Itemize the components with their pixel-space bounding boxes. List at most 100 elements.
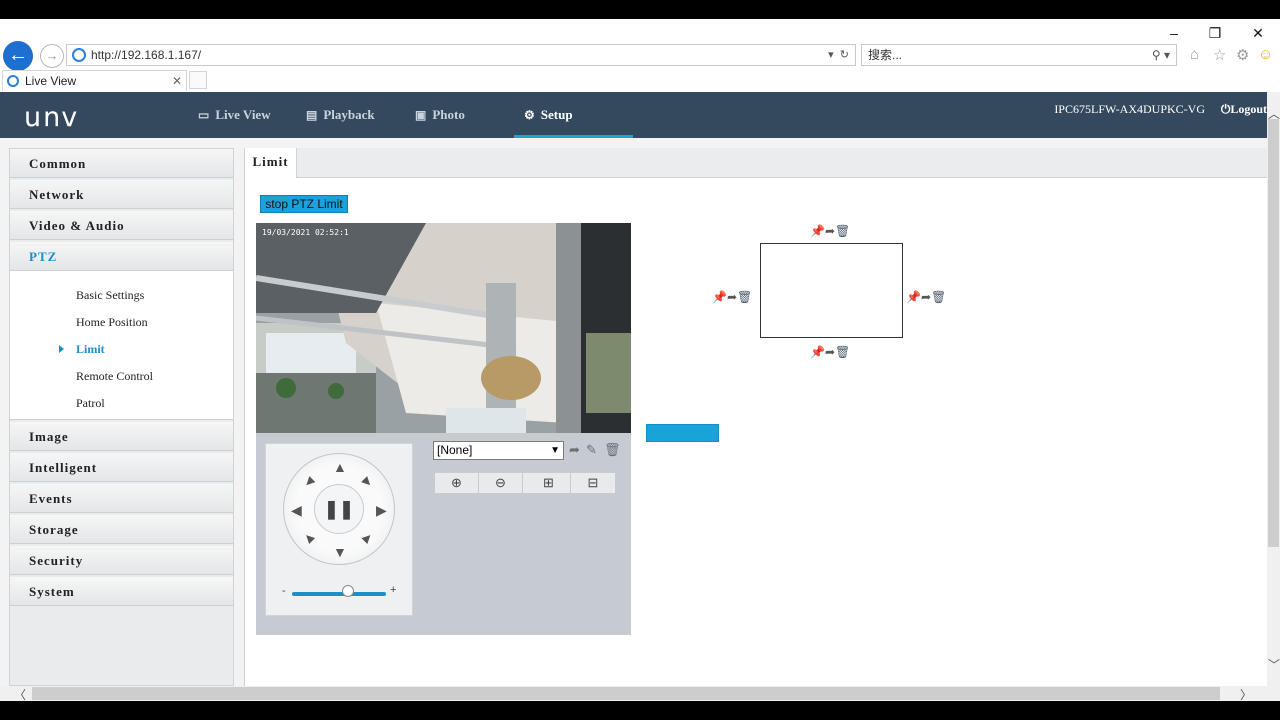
smiley-feedback-icon[interactable]: ☺ — [1258, 46, 1273, 63]
address-url: http://192.168.1.167/ — [91, 48, 202, 62]
speed-slider-knob[interactable] — [342, 585, 354, 597]
sidebar-item-events[interactable]: Events — [10, 484, 233, 513]
edit-pencil-icon[interactable]: ✎ — [586, 442, 597, 458]
sidebar-item-security[interactable]: Security — [10, 546, 233, 575]
settings-gear-icon[interactable]: ⚙ — [1236, 46, 1249, 64]
focus-far-button[interactable]: ⊟ — [571, 473, 615, 493]
delete-top-limit-icon[interactable]: 🗑 — [835, 224, 850, 238]
submenu-remote-control[interactable]: Remote Control — [76, 369, 153, 384]
scroll-right-icon[interactable]: 〉 — [1240, 686, 1252, 703]
video-timestamp: 19/03/2021 02:52:1 — [262, 228, 349, 237]
favorites-star-icon[interactable]: ☆ — [1213, 46, 1226, 64]
vertical-scrollbar-thumb[interactable] — [1268, 119, 1279, 547]
nav-setup-label: Setup — [540, 107, 573, 122]
save-button[interactable] — [646, 424, 719, 442]
home-icon[interactable]: ⌂ — [1190, 46, 1199, 63]
search-icon[interactable]: ⚲ ▾ — [1152, 45, 1170, 65]
set-left-limit-pin-icon[interactable]: 📌 — [712, 290, 727, 304]
preset-select[interactable]: [None] ▼ — [433, 441, 564, 460]
logout-label: Logout — [1230, 102, 1267, 116]
nav-playback-label: Playback — [323, 107, 375, 122]
restore-button[interactable]: ❐ — [1195, 19, 1235, 47]
power-icon: ⏻ — [1220, 102, 1231, 116]
focus-near-icon: ⊞ — [543, 475, 554, 490]
set-right-limit-pin-icon[interactable]: 📌 — [906, 290, 921, 304]
delete-right-limit-icon[interactable]: 🗑 — [931, 290, 946, 304]
sidebar-item-storage[interactable]: Storage — [10, 515, 233, 544]
up-left-arrow-icon[interactable]: ◀ — [301, 474, 317, 490]
address-tools[interactable]: ▾ ↻ — [828, 45, 849, 65]
focus-near-button[interactable]: ⊞ — [527, 473, 571, 493]
right-arrow-icon[interactable]: ▶ — [376, 503, 387, 517]
scroll-up-icon[interactable]: ︿ — [1268, 105, 1280, 122]
speed-slider[interactable] — [292, 592, 386, 596]
sidebar-item-network[interactable]: Network — [10, 180, 233, 209]
back-button[interactable]: ← — [3, 41, 33, 71]
ptz-submenu: Basic Settings Home Position Limit Remot… — [10, 271, 233, 420]
down-arrow-icon[interactable]: ▼ — [333, 545, 347, 559]
sidebar-item-ptz[interactable]: PTZ — [10, 242, 233, 271]
browser-chrome: – ❐ ✕ ← → http://192.168.1.167/ ▾ ↻ 搜索..… — [0, 19, 1280, 92]
monitor-icon: ▭ — [198, 108, 210, 122]
horizontal-scrollbar-thumb[interactable] — [32, 687, 1220, 700]
scroll-left-icon[interactable]: 〈 — [14, 686, 26, 703]
ptz-control-panel: ▲ ▼ ◀ ▶ ◀ ▶ ◀ ▶ ❚❚ - + [None] ▼ ➦ ✎ 🗑 ⊕ … — [256, 433, 631, 635]
pause-button[interactable]: ❚❚ — [314, 484, 364, 534]
set-bottom-limit-pin-icon[interactable]: 📌 — [810, 345, 825, 359]
set-top-limit-pin-icon[interactable]: 📌 — [810, 224, 825, 238]
dropdown-icon[interactable]: ▾ — [828, 49, 834, 61]
goto-top-limit-icon[interactable]: ➦ — [825, 224, 835, 238]
sidebar-item-video-audio[interactable]: Video & Audio — [10, 211, 233, 240]
goto-right-limit-icon[interactable]: ➦ — [921, 290, 931, 304]
sidebar-item-common[interactable]: Common — [10, 149, 233, 178]
nav-live-view-label: Live View — [215, 107, 271, 122]
address-bar[interactable]: http://192.168.1.167/ ▾ ↻ — [66, 44, 856, 66]
new-tab-button[interactable] — [189, 71, 207, 89]
minimize-button[interactable]: – — [1154, 19, 1194, 47]
up-arrow-icon[interactable]: ▲ — [333, 460, 347, 474]
goto-bottom-limit-icon[interactable]: ➦ — [825, 345, 835, 359]
submenu-patrol[interactable]: Patrol — [76, 396, 105, 411]
top-limit-controls: 📌➦🗑 — [810, 225, 850, 237]
submenu-basic-settings[interactable]: Basic Settings — [76, 288, 144, 303]
delete-left-limit-icon[interactable]: 🗑 — [737, 290, 752, 304]
close-window-button[interactable]: ✕ — [1238, 19, 1278, 47]
logout-link[interactable]: ⏻Logout — [1221, 92, 1267, 127]
browser-tab[interactable]: Live View ✕ — [2, 70, 187, 91]
nav-setup[interactable]: ⚙ Setup — [514, 92, 632, 138]
down-right-arrow-icon[interactable]: ▶ — [359, 530, 375, 546]
sidebar-item-image[interactable]: Image — [10, 422, 233, 451]
submenu-home-position[interactable]: Home Position — [76, 315, 148, 330]
stop-ptz-limit-button[interactable]: stop PTZ Limit — [260, 195, 348, 213]
sidebar-item-intelligent[interactable]: Intelligent — [10, 453, 233, 482]
ie-tab-icon — [7, 75, 19, 87]
left-arrow-icon[interactable]: ◀ — [291, 503, 302, 517]
tab-strip: Limit — [245, 148, 1267, 178]
goto-preset-icon[interactable]: ➦ — [569, 442, 580, 458]
direction-dial: ▲ ▼ ◀ ▶ ◀ ▶ ◀ ▶ ❚❚ — [283, 453, 395, 565]
goto-left-limit-icon[interactable]: ➦ — [727, 290, 737, 304]
delete-bottom-limit-icon[interactable]: 🗑 — [835, 345, 850, 359]
live-video-preview[interactable]: 19/03/2021 02:52:1 — [256, 223, 631, 433]
up-right-arrow-icon[interactable]: ▶ — [359, 474, 375, 490]
zoom-in-button[interactable]: ⊕ — [435, 473, 479, 493]
trash-icon[interactable]: 🗑 — [604, 442, 621, 458]
zoom-in-icon: ⊕ — [451, 475, 462, 490]
search-box[interactable]: 搜索... ⚲ ▾ — [861, 44, 1177, 66]
tab-close-icon[interactable]: ✕ — [172, 71, 182, 91]
nav-live-view[interactable]: ▭ Live View — [198, 92, 271, 138]
tab-limit[interactable]: Limit — [245, 148, 297, 178]
scroll-down-icon[interactable]: ﹀ — [1268, 656, 1280, 673]
nav-photo[interactable]: ▣ Photo — [415, 92, 465, 138]
zoom-out-icon: ⊖ — [495, 475, 506, 490]
down-left-arrow-icon[interactable]: ◀ — [301, 530, 317, 546]
search-input[interactable]: 搜索... — [868, 48, 902, 62]
zoom-out-button[interactable]: ⊖ — [479, 473, 523, 493]
submenu-limit[interactable]: Limit — [59, 342, 105, 357]
refresh-icon[interactable]: ↻ — [840, 49, 849, 61]
sidebar-item-system[interactable]: System — [10, 577, 233, 606]
forward-button[interactable]: → — [40, 44, 64, 68]
nav-playback[interactable]: ▤ Playback — [306, 92, 375, 138]
speed-minus-label: - — [282, 585, 286, 597]
back-arrow-icon: ← — [8, 44, 28, 66]
